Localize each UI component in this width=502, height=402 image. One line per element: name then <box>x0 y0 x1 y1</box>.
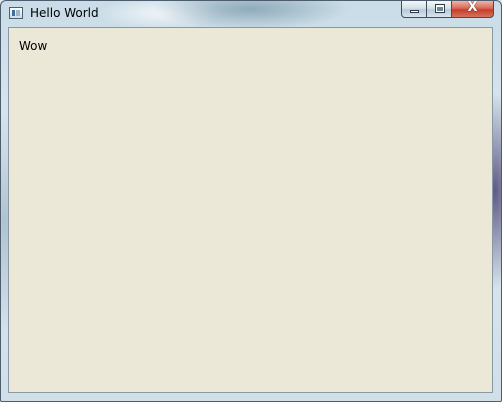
minimize-icon <box>410 10 419 13</box>
app-window: Hello World X Wow <box>0 0 502 402</box>
maximize-icon <box>434 4 445 13</box>
window-client-area: Wow <box>8 27 493 393</box>
minimize-button[interactable] <box>401 1 427 18</box>
window-title: Hello World <box>30 6 99 20</box>
content-label: Wow <box>19 39 48 53</box>
close-icon: X <box>467 0 478 15</box>
app-window-icon[interactable] <box>9 7 23 19</box>
close-button[interactable]: X <box>452 1 494 18</box>
maximize-button[interactable] <box>426 1 453 18</box>
caption-buttons: X <box>401 1 494 19</box>
title-bar[interactable]: Hello World X <box>1 1 501 27</box>
